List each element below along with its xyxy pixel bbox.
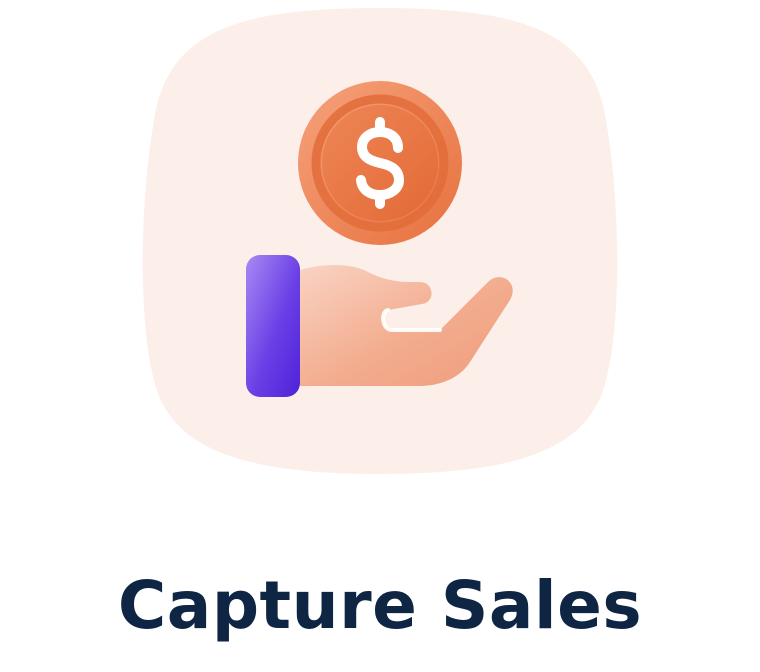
card-title: Capture Sales — [117, 567, 643, 644]
dollar-sign-icon — [356, 117, 404, 209]
dollar-coin-icon — [298, 81, 462, 245]
sleeve-cuff — [246, 255, 300, 397]
hand-holding-coin-illustration — [142, 8, 618, 474]
